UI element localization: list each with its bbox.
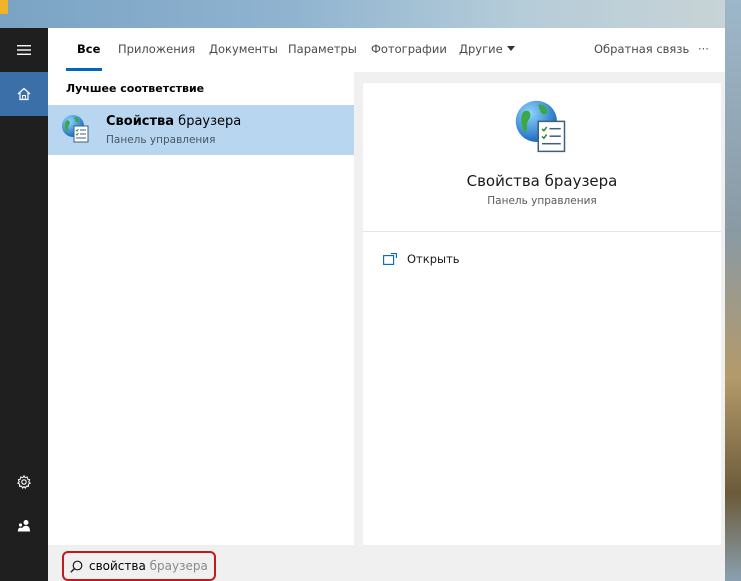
- best-match-title-match: Свойства: [106, 114, 175, 129]
- gear-icon: [17, 475, 31, 489]
- feedback-link[interactable]: Обратная связь: [594, 42, 689, 56]
- home-icon: [17, 87, 31, 101]
- more-options-button[interactable]: ···: [698, 42, 709, 56]
- search-window: Все Приложения Документы Параметры Фотог…: [48, 28, 725, 581]
- best-match-heading: Лучшее соответствие: [66, 82, 205, 95]
- tab-settings[interactable]: Параметры: [288, 42, 357, 56]
- tab-documents[interactable]: Документы: [209, 42, 278, 56]
- open-action[interactable]: Открыть: [383, 249, 460, 269]
- preview-subtitle: Панель управления: [487, 195, 597, 207]
- best-match-title-rest: браузера: [174, 114, 242, 129]
- internet-options-icon: [62, 115, 89, 143]
- search-icon: [70, 560, 83, 573]
- desktop-background-top: [0, 0, 741, 28]
- best-match-subtitle: Панель управления: [106, 134, 216, 146]
- desktop-corner-accent: [0, 0, 8, 14]
- open-icon: [383, 253, 397, 265]
- search-input[interactable]: свойства браузера: [62, 551, 216, 581]
- best-match-result[interactable]: Свойства браузера Панель управления: [48, 105, 354, 155]
- search-bar: свойства браузера: [48, 545, 725, 581]
- tab-more[interactable]: Другие: [459, 42, 515, 56]
- internet-options-large-icon: [515, 100, 566, 153]
- search-query: свойства браузера: [89, 559, 208, 573]
- navigation-rail: [0, 28, 48, 581]
- home-button[interactable]: [0, 72, 48, 116]
- search-autocomplete-hint: браузера: [145, 559, 208, 573]
- settings-button[interactable]: [0, 460, 48, 504]
- best-match-title: Свойства браузера: [106, 114, 241, 129]
- hamburger-icon: [17, 45, 31, 55]
- tab-more-label: Другие: [459, 42, 503, 56]
- filter-tabs: Все Приложения Документы Параметры Фотог…: [48, 28, 725, 72]
- open-action-label: Открыть: [407, 252, 460, 266]
- chevron-down-icon: [506, 46, 515, 51]
- user-icon: [17, 520, 30, 532]
- preview-header: Свойства браузера Панель управления: [363, 83, 721, 232]
- search-typed-text: свойства: [89, 559, 146, 573]
- preview-title: Свойства браузера: [466, 172, 618, 190]
- tab-apps[interactable]: Приложения: [118, 42, 195, 56]
- tab-all[interactable]: Все: [77, 42, 100, 56]
- menu-button[interactable]: [0, 28, 48, 72]
- results-list: Лучшее соответствие Свойства браузера Па…: [48, 72, 354, 545]
- tab-photos[interactable]: Фотографии: [371, 42, 447, 56]
- account-button[interactable]: [0, 504, 48, 548]
- preview-pane: Свойства браузера Панель управления Откр…: [363, 83, 721, 545]
- desktop-background-right: [725, 0, 741, 581]
- active-tab-indicator: [66, 68, 102, 71]
